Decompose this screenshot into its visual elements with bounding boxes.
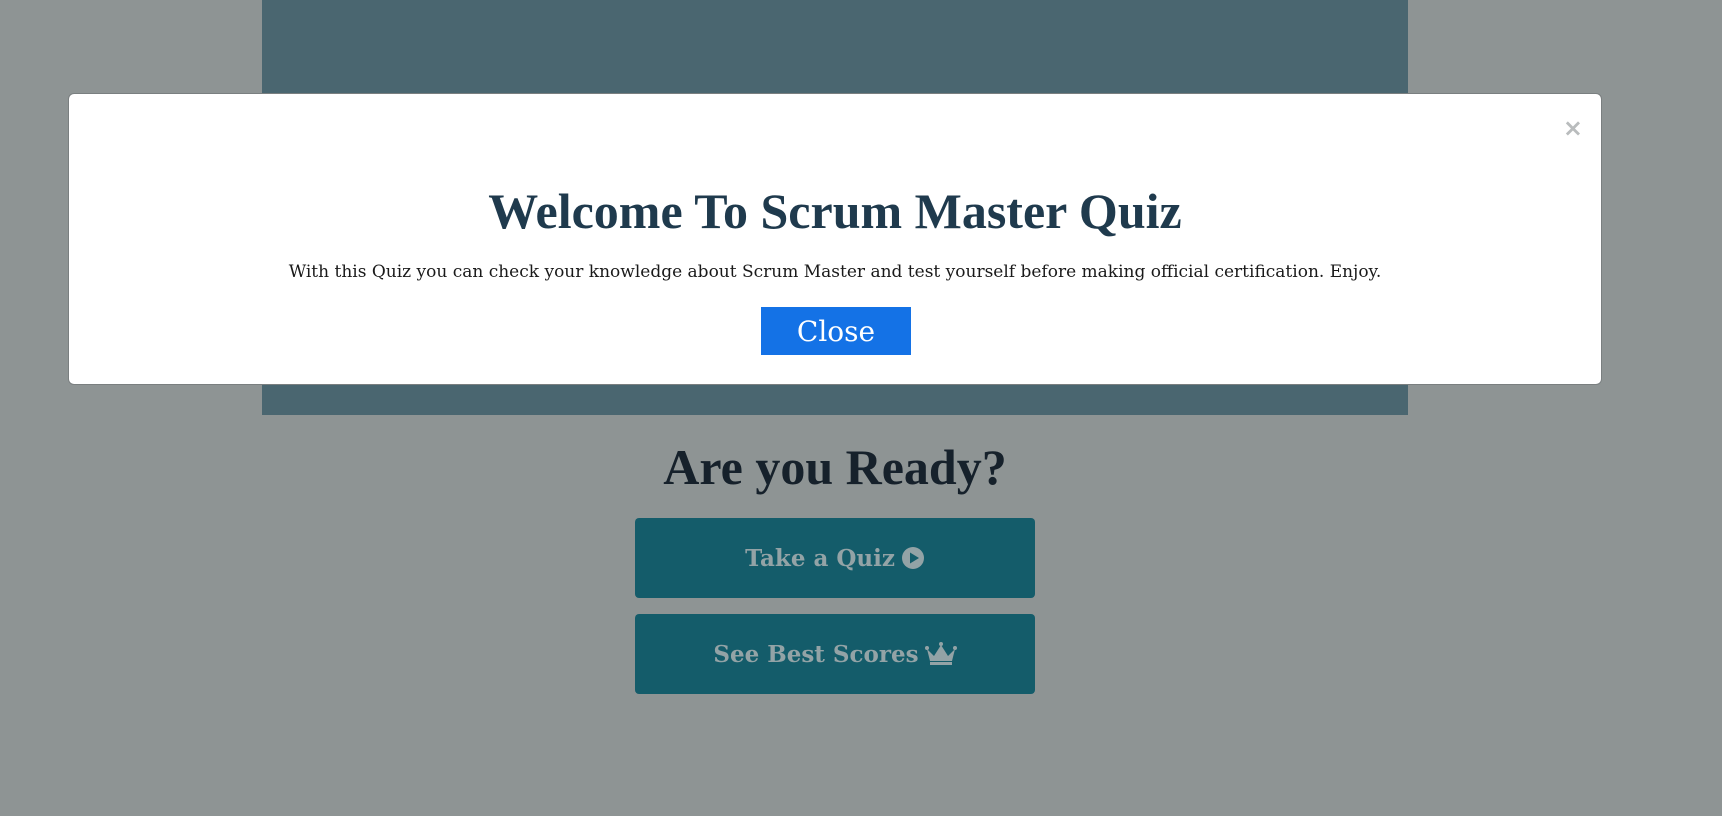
welcome-modal: × Welcome To Scrum Master Quiz With this… — [68, 93, 1602, 385]
take-quiz-label: Take a Quiz — [745, 544, 895, 572]
crown-icon — [924, 641, 957, 667]
ready-heading: Are you Ready? — [663, 439, 1007, 495]
play-circle-icon — [901, 546, 925, 570]
modal-title: Welcome To Scrum Master Quiz — [488, 183, 1182, 239]
take-quiz-button[interactable]: Take a Quiz — [635, 518, 1035, 598]
best-scores-label: See Best Scores — [713, 640, 919, 668]
close-button[interactable]: Close — [761, 307, 911, 355]
close-icon[interactable]: × — [1563, 116, 1583, 140]
modal-description: With this Quiz you can check your knowle… — [288, 262, 1382, 282]
best-scores-button[interactable]: See Best Scores — [635, 614, 1035, 694]
